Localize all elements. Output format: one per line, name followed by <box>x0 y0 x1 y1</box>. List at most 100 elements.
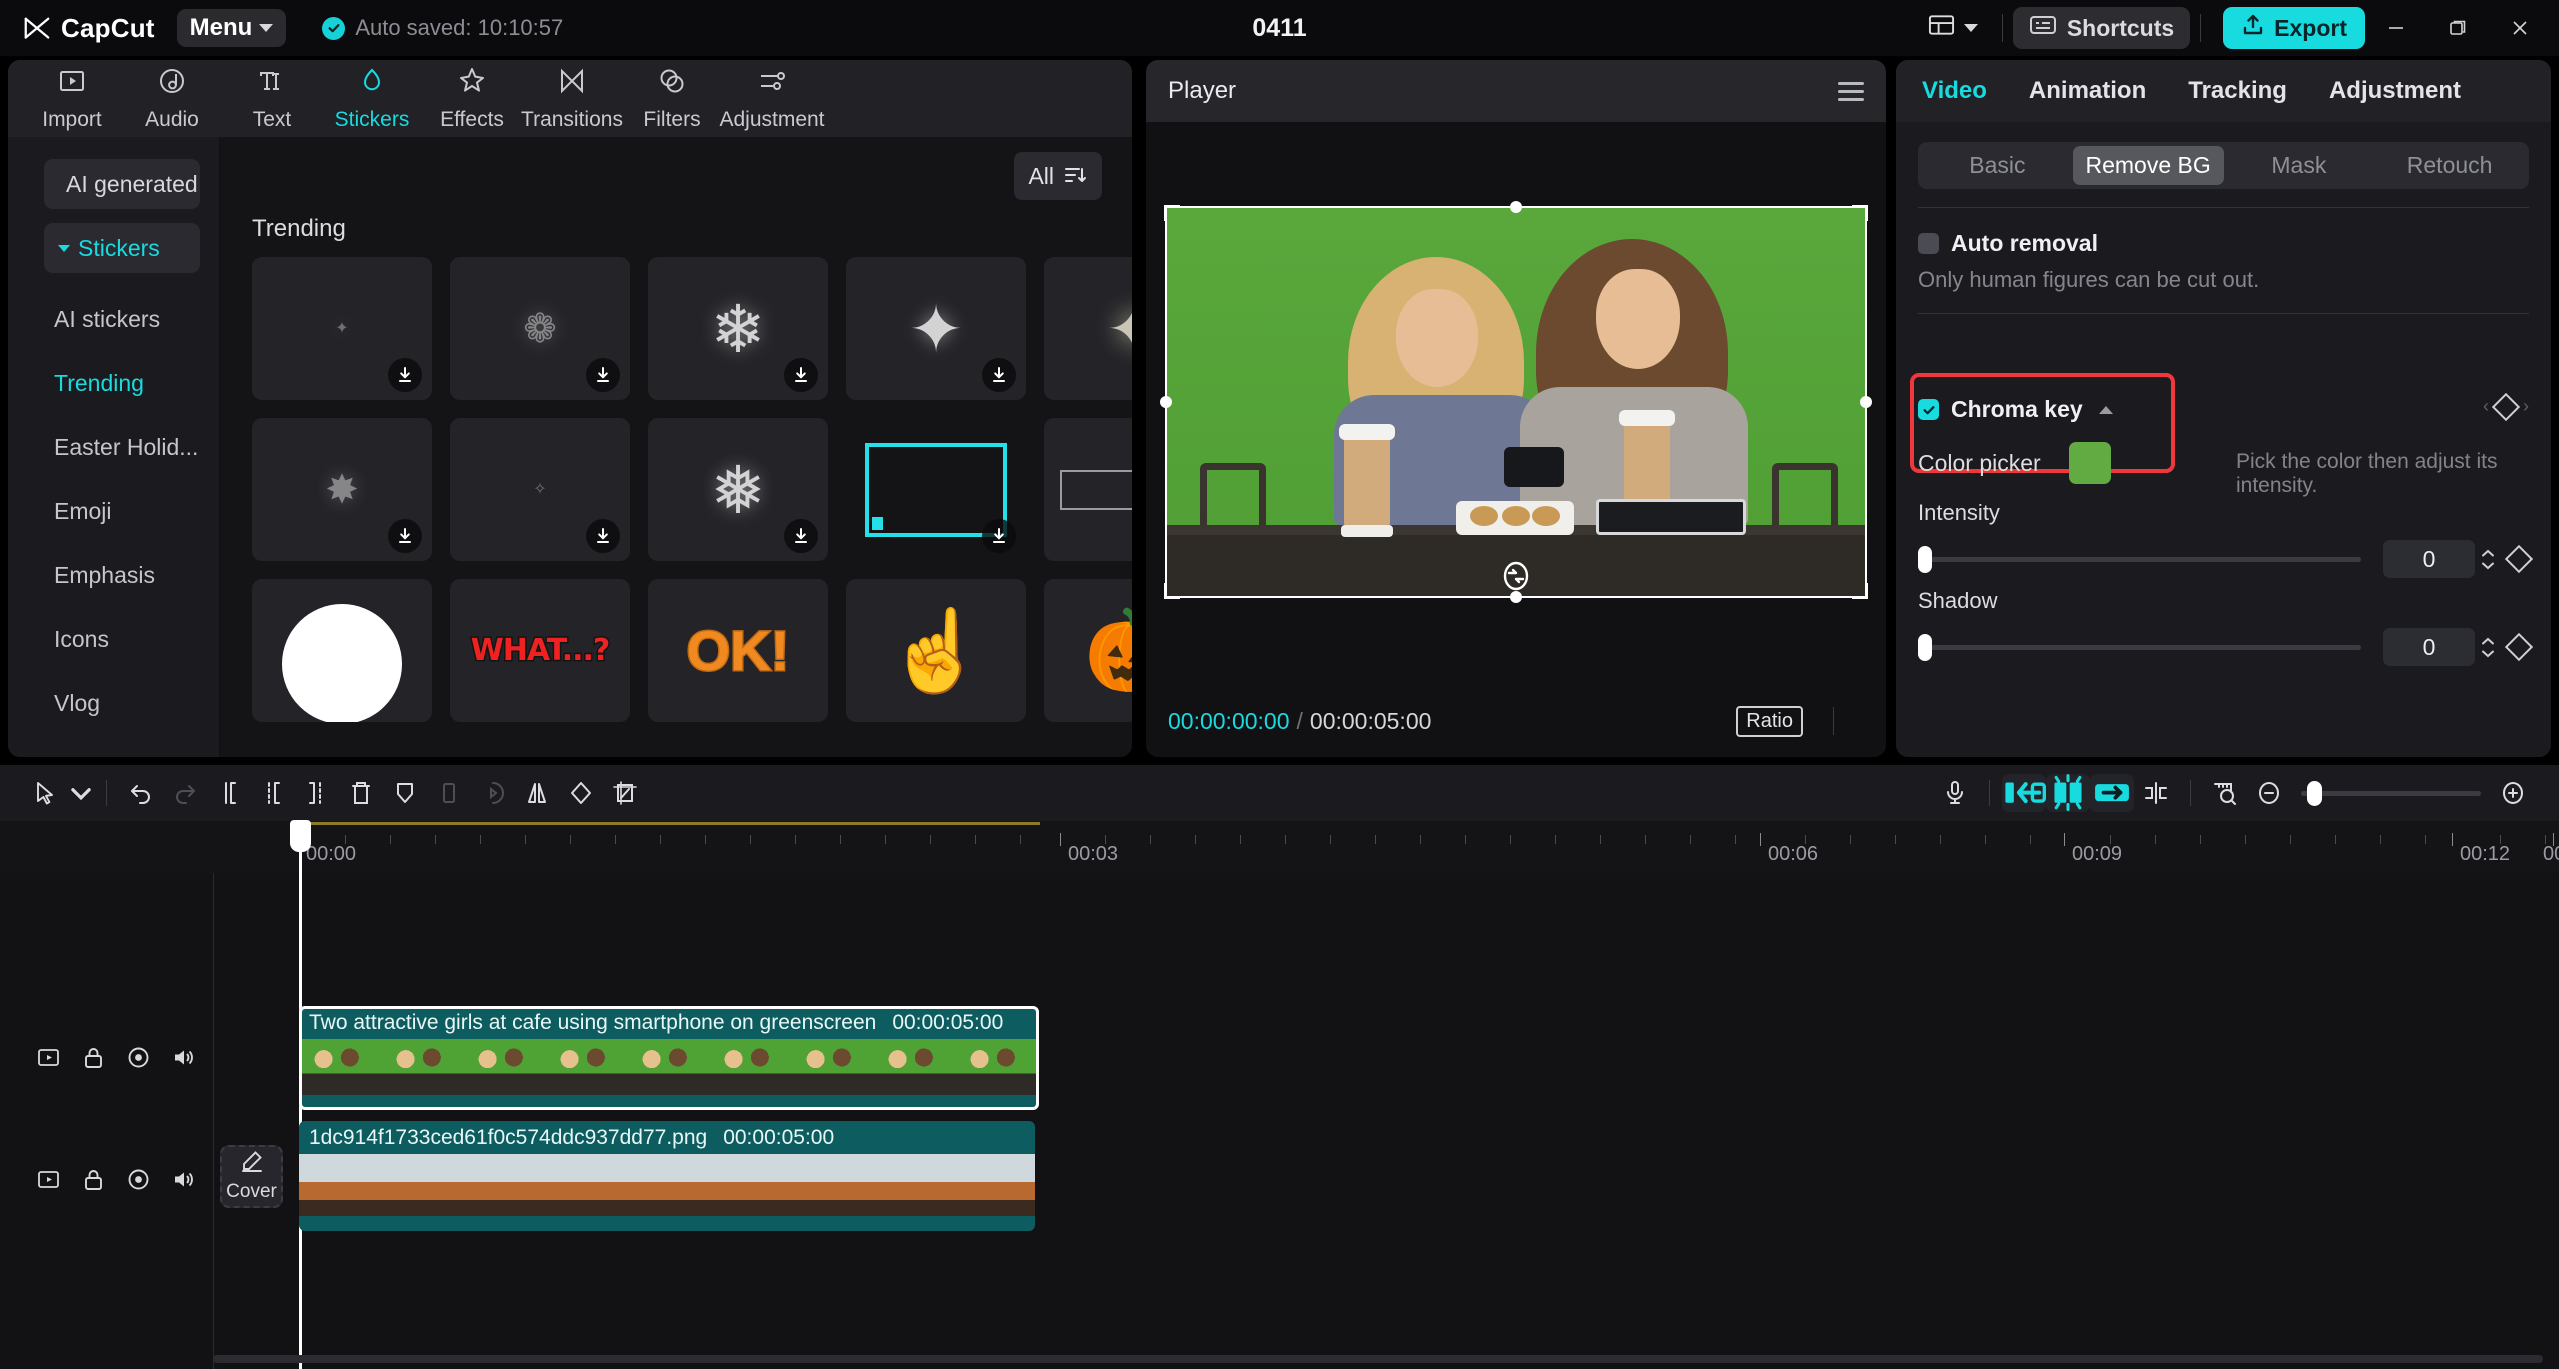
download-icon[interactable] <box>982 519 1016 553</box>
sticker-cell[interactable]: 🎃 <box>1044 579 1132 722</box>
shortcuts-button[interactable]: Shortcuts <box>2013 7 2190 49</box>
subtab-remove-bg[interactable]: Remove BG <box>2073 146 2224 185</box>
intensity-slider-knob[interactable] <box>1918 546 1932 573</box>
resize-handle-bottom[interactable] <box>1510 591 1522 603</box>
shadow-slider-knob[interactable] <box>1918 634 1932 661</box>
tool-tab-stickers[interactable]: Stickers <box>322 63 422 135</box>
shadow-stepper[interactable] <box>2481 637 2495 658</box>
sticker-cell[interactable] <box>1044 418 1132 561</box>
close-button[interactable] <box>2489 0 2551 56</box>
tool-tab-audio[interactable]: Audio <box>122 63 222 135</box>
timeline-clip-image[interactable]: 1dc914f1733ced61f0c574ddc937dd77.png 00:… <box>299 1121 1035 1231</box>
download-icon[interactable] <box>982 358 1016 392</box>
auto-removal-checkbox[interactable] <box>1918 233 1939 254</box>
auto-snap-right-icon[interactable] <box>2090 774 2134 812</box>
split-icon[interactable] <box>207 771 251 815</box>
auto-snap-left-icon[interactable] <box>2002 774 2046 812</box>
ratio-button[interactable]: Ratio <box>1736 706 1803 737</box>
menu-button[interactable]: Menu <box>177 9 287 47</box>
shadow-keyframe[interactable] <box>2509 637 2529 657</box>
track-lock-icon[interactable] <box>80 1166 107 1193</box>
download-icon[interactable] <box>586 358 620 392</box>
track-type-icon[interactable] <box>35 1044 62 1071</box>
tool-tab-transitions[interactable]: Transitions <box>522 63 622 135</box>
shadow-value-input[interactable]: 0 <box>2383 628 2475 666</box>
download-icon[interactable] <box>388 358 422 392</box>
delete-icon[interactable] <box>339 771 383 815</box>
timeline-zoom-knob[interactable] <box>2307 781 2322 806</box>
freeze-frame-icon[interactable] <box>427 771 471 815</box>
sticker-cell[interactable]: ☝ <box>846 579 1026 722</box>
track-volume-icon[interactable] <box>170 1044 197 1071</box>
tool-tab-import[interactable]: Import <box>22 63 122 135</box>
undo-icon[interactable] <box>119 771 163 815</box>
resize-handle-top-left[interactable] <box>1164 205 1180 221</box>
sticker-cell[interactable]: ✦ <box>846 257 1026 400</box>
select-tool-dropdown-icon[interactable] <box>68 771 94 815</box>
intensity-stepper[interactable] <box>2481 549 2495 570</box>
intensity-value-input[interactable]: 0 <box>2383 540 2475 578</box>
timeline-zoom-slider[interactable] <box>2301 791 2481 796</box>
sticker-cell-selected[interactable] <box>846 418 1026 561</box>
prev-keyframe-icon[interactable]: ‹ <box>2483 396 2489 417</box>
timeline-ruler[interactable]: 00:00 00:03 00:06 00:09 <box>0 821 2559 873</box>
category-item-emoji[interactable]: Emoji <box>8 479 220 543</box>
record-voiceover-icon[interactable] <box>1933 771 1977 815</box>
sticker-cell[interactable]: ✧ <box>450 418 630 561</box>
trim-left-icon[interactable] <box>251 771 295 815</box>
layout-switcher-button[interactable] <box>1914 8 1992 48</box>
current-time[interactable]: 00:00:00:00 <box>1168 708 1290 735</box>
tool-tab-filters[interactable]: Filters <box>622 63 722 135</box>
chroma-key-row[interactable]: Chroma key <box>1918 396 2113 423</box>
auto-removal-row[interactable]: Auto removal <box>1918 230 2529 257</box>
download-icon[interactable] <box>784 519 818 553</box>
tool-tab-text[interactable]: Text <box>222 63 322 135</box>
sticker-cell[interactable]: ✸ <box>252 418 432 561</box>
mirror-icon[interactable] <box>515 771 559 815</box>
resize-handle-bottom-left[interactable] <box>1164 583 1180 599</box>
category-item-vlog[interactable]: Vlog <box>8 671 220 735</box>
cover-button[interactable]: Cover <box>220 1145 283 1208</box>
category-item-easter-holiday[interactable]: Easter Holid... <box>8 415 220 479</box>
chroma-key-checkbox[interactable] <box>1918 399 1939 420</box>
tab-animation[interactable]: Animation <box>2029 77 2146 105</box>
playhead-handle[interactable] <box>290 820 311 852</box>
zoom-out-icon[interactable] <box>2247 771 2291 815</box>
track-visibility-icon[interactable] <box>125 1044 152 1071</box>
rotate-handle-icon[interactable] <box>1500 560 1532 592</box>
download-icon[interactable] <box>784 358 818 392</box>
tab-adjustment[interactable]: Adjustment <box>2329 77 2461 105</box>
track-visibility-icon[interactable] <box>125 1166 152 1193</box>
keyframe-diamond-icon[interactable] <box>2505 545 2533 573</box>
sticker-cell[interactable]: WHAT...? <box>450 579 630 722</box>
category-item-emphasis[interactable]: Emphasis <box>8 543 220 607</box>
keyframe-diamond-icon[interactable] <box>2505 633 2533 661</box>
split-at-playhead-icon[interactable] <box>2134 771 2178 815</box>
fit-to-window-icon[interactable] <box>2203 771 2247 815</box>
sticker-cell[interactable]: ✦ <box>252 257 432 400</box>
timeline-horizontal-scrollbar[interactable] <box>213 1355 2543 1363</box>
chevron-up-icon[interactable] <box>2099 406 2113 414</box>
track-volume-icon[interactable] <box>170 1166 197 1193</box>
sticker-cell[interactable]: ❄ <box>648 257 828 400</box>
tool-tab-effects[interactable]: Effects <box>422 63 522 135</box>
export-button[interactable]: Export <box>2223 7 2365 49</box>
keyframe-control[interactable]: ‹ › <box>2483 396 2529 417</box>
category-stickers[interactable]: Stickers <box>44 223 200 273</box>
tool-tab-adjustment[interactable]: Adjustment <box>722 63 822 135</box>
category-item-ai-stickers[interactable]: AI stickers <box>8 287 220 351</box>
crop-icon[interactable] <box>603 771 647 815</box>
next-keyframe-icon[interactable]: › <box>2523 396 2529 417</box>
video-selection-frame[interactable] <box>1166 207 1866 597</box>
magnet-snap-icon[interactable] <box>2046 774 2090 812</box>
resize-handle-left[interactable] <box>1160 396 1172 408</box>
tab-tracking[interactable]: Tracking <box>2188 77 2287 105</box>
tab-video[interactable]: Video <box>1922 77 1987 105</box>
sticker-cell[interactable]: ❁ <box>450 257 630 400</box>
crop-shield-icon[interactable] <box>383 771 427 815</box>
player-menu-icon[interactable] <box>1838 82 1864 101</box>
subtab-basic[interactable]: Basic <box>1922 146 2073 185</box>
minimize-button[interactable] <box>2365 0 2427 56</box>
download-icon[interactable] <box>586 519 620 553</box>
intensity-slider-track[interactable] <box>1918 557 2361 562</box>
